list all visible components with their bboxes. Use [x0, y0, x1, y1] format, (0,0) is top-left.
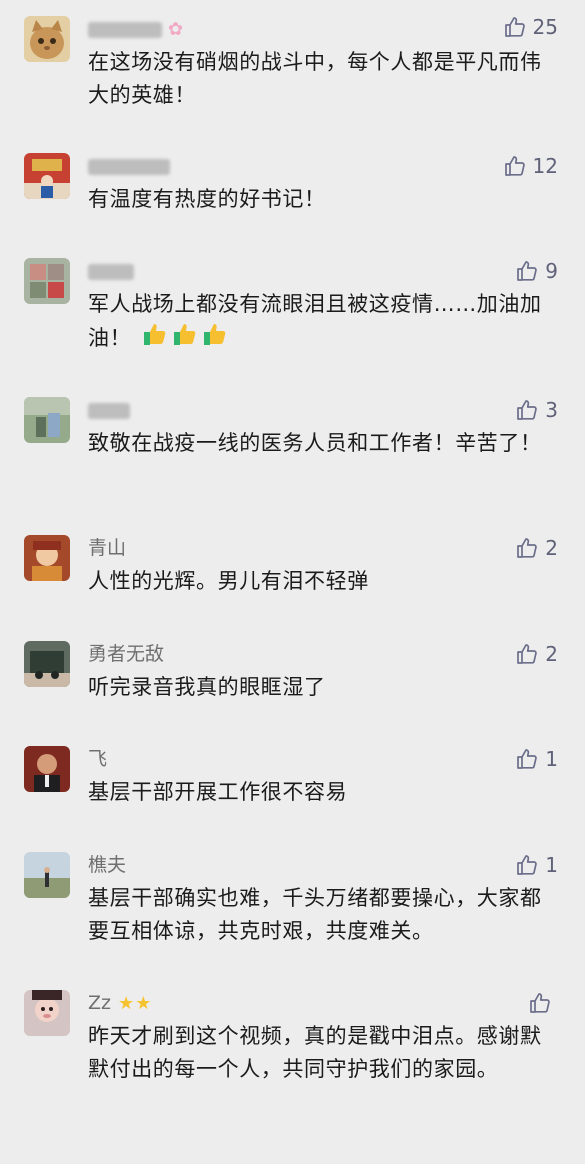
comment-text: 听完录音我真的眼眶湿了 [88, 675, 326, 699]
comment-author[interactable]: 勇者无敌 [88, 643, 164, 665]
like-count: 1 [545, 747, 558, 771]
thumbs-up-icon [504, 17, 525, 37]
comment-author[interactable]: 樵夫 [88, 854, 126, 876]
thumbs-up-emoji-icon [200, 321, 228, 357]
comment-item: 飞 基层干部开展工作很不容易 1 [0, 746, 585, 822]
thumbs-up-icon [517, 400, 538, 420]
like-count: 12 [532, 154, 558, 178]
photo-avatar[interactable] [24, 397, 70, 443]
like-button[interactable]: 12 [503, 153, 558, 179]
like-button[interactable] [528, 990, 558, 1016]
comment-author[interactable] [88, 260, 134, 282]
like-count: 9 [545, 259, 558, 283]
comment-item: 军人战场上都没有流眼泪且被这疫情……加油加油！ 9 [0, 258, 585, 368]
like-count: 25 [532, 15, 558, 39]
comment-item: Zz ★★ 昨天才刷到这个视频，真的是戳中泪点。感谢默默付出的每一个人，共同守护… [0, 990, 585, 1130]
comment-author[interactable]: ✿ [88, 18, 183, 41]
illustration-avatar[interactable] [24, 535, 70, 581]
like-count: 2 [545, 642, 558, 666]
landscape-avatar[interactable] [24, 852, 70, 898]
comment-text: 有温度有热度的好书记！ [88, 187, 326, 211]
obscured-author-name [88, 21, 162, 38]
portrait-avatar[interactable] [24, 746, 70, 792]
obscured-author-name [88, 263, 134, 280]
photo-avatar[interactable] [24, 153, 70, 199]
comment-author[interactable] [88, 399, 130, 421]
photo-avatar[interactable] [24, 641, 70, 687]
child-avatar[interactable] [24, 990, 70, 1036]
comment-item: 致敬在战疫一线的医务人员和工作者！辛苦了！ 3 [0, 397, 585, 507]
comment-author[interactable]: Zz ★★ [88, 992, 151, 1015]
star-icon: ★ [118, 993, 135, 1014]
comment-author[interactable] [88, 155, 170, 177]
comment-item: ✿ 在这场没有硝烟的战斗中，每个人都是平凡而伟大的英雄！ 25 [0, 14, 585, 126]
comment-author[interactable]: 飞 [88, 748, 107, 770]
thumbs-up-icon [517, 749, 538, 769]
thumbs-up-icon [517, 538, 538, 558]
cat-avatar[interactable] [24, 16, 70, 62]
comment-item: 青山 人性的光辉。男儿有泪不轻弹 2 [0, 535, 585, 611]
thumbs-up-icon [517, 855, 538, 875]
thumbs-up-icon [530, 993, 550, 1013]
like-count: 3 [545, 398, 558, 422]
like-button[interactable]: 25 [503, 14, 558, 40]
comment-text: 军人战场上都没有流眼泪且被这疫情……加油加油！ [88, 288, 560, 357]
comment-author-name: Zz [88, 992, 111, 1014]
like-count: 2 [545, 536, 558, 560]
like-button[interactable]: 3 [515, 397, 558, 423]
comment-list: ✿ 在这场没有硝烟的战斗中，每个人都是平凡而伟大的英雄！ 25 有温度有热度的好… [0, 0, 585, 1164]
like-button[interactable]: 2 [515, 535, 558, 561]
like-button[interactable]: 1 [515, 746, 558, 772]
obscured-author-name [88, 158, 170, 175]
comment-item: 有温度有热度的好书记！ 12 [0, 153, 585, 228]
like-button[interactable]: 2 [515, 641, 558, 667]
flower-icon: ✿ [168, 19, 184, 40]
comment-item: 樵夫 基层干部确实也难，千头万绪都要操心，大家都要互相体谅，共克时艰，共度难关。… [0, 852, 585, 962]
comment-text: 昨天才刷到这个视频，真的是戳中泪点。感谢默默付出的每一个人，共同守护我们的家园。 [88, 1024, 542, 1081]
comment-text: 基层干部确实也难，千头万绪都要操心，大家都要互相体谅，共克时艰，共度难关。 [88, 886, 542, 943]
star-icon: ★ [135, 993, 152, 1014]
comment-text: 致敬在战疫一线的医务人员和工作者！辛苦了！ [88, 431, 542, 455]
comment-text: 人性的光辉。男儿有泪不轻弹 [88, 569, 369, 593]
thumbs-up-icon [517, 261, 538, 281]
obscured-author-name [88, 402, 130, 419]
photo-avatar[interactable] [24, 258, 70, 304]
comment-text: 基层干部开展工作很不容易 [88, 780, 348, 804]
comment-author[interactable]: 青山 [88, 537, 126, 559]
like-button[interactable]: 1 [515, 852, 558, 878]
thumbs-up-icon [504, 156, 525, 176]
thumbs-up-emoji-icon [140, 321, 168, 357]
comment-text: 在这场没有硝烟的战斗中，每个人都是平凡而伟大的英雄！ [88, 50, 542, 107]
thumbs-up-emoji-icon [170, 321, 198, 357]
thumbs-up-icon [517, 644, 538, 664]
like-count: 1 [545, 853, 558, 877]
like-button[interactable]: 9 [515, 258, 558, 284]
comment-item: 勇者无敌 听完录音我真的眼眶湿了 2 [0, 641, 585, 717]
